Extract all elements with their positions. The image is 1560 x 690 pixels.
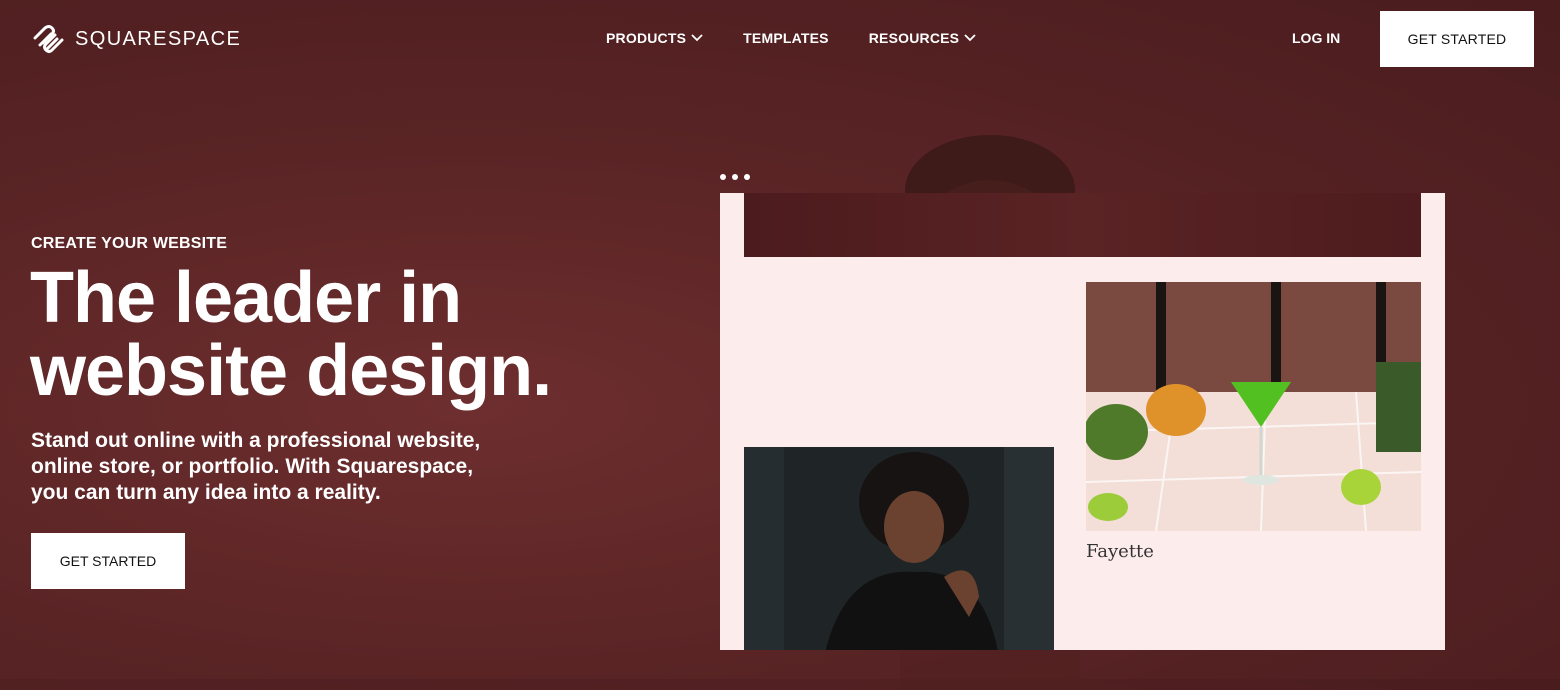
- mockup-banner-image: [744, 193, 1421, 257]
- browser-dots-icon: [720, 174, 750, 180]
- nav-resources-label: RESOURCES: [868, 30, 960, 46]
- browser-dot: [744, 174, 750, 180]
- logo-text: SQUARESPACE: [75, 27, 242, 50]
- browser-dot: [732, 174, 738, 180]
- website-mockup: Fayette: [720, 193, 1445, 650]
- site-header: SQUARESPACE PRODUCTS TEMPLATES RESOURCES…: [0, 0, 1560, 76]
- nav-products-label: PRODUCTS: [606, 30, 687, 46]
- mockup-caption: Fayette: [1086, 541, 1154, 562]
- hero-headline-line1: The leader in: [30, 258, 462, 338]
- main-nav: PRODUCTS TEMPLATES RESOURCES: [606, 30, 1016, 46]
- nav-resources[interactable]: RESOURCES: [869, 30, 976, 46]
- get-started-button-hero[interactable]: GET STARTED: [31, 533, 185, 589]
- logo[interactable]: SQUARESPACE: [31, 24, 241, 54]
- get-started-button-header[interactable]: GET STARTED: [1380, 11, 1534, 67]
- nav-products[interactable]: PRODUCTS: [606, 30, 703, 46]
- login-link[interactable]: LOG IN: [1292, 30, 1340, 46]
- food-photo: [1086, 282, 1421, 531]
- hero-headline: The leader in website design.: [30, 262, 650, 408]
- hero-subtext: Stand out online with a professional web…: [31, 429, 481, 504]
- hero-eyebrow: CREATE YOUR WEBSITE: [31, 235, 228, 252]
- browser-dot: [720, 174, 726, 180]
- chevron-down-icon: [964, 34, 976, 42]
- portrait-photo: [744, 447, 1054, 650]
- nav-templates[interactable]: TEMPLATES: [743, 30, 829, 46]
- hero-headline-line2: website design.: [30, 331, 552, 411]
- squarespace-logo-icon: [33, 25, 64, 53]
- nav-templates-label: TEMPLATES: [743, 30, 829, 46]
- chevron-down-icon: [691, 34, 703, 42]
